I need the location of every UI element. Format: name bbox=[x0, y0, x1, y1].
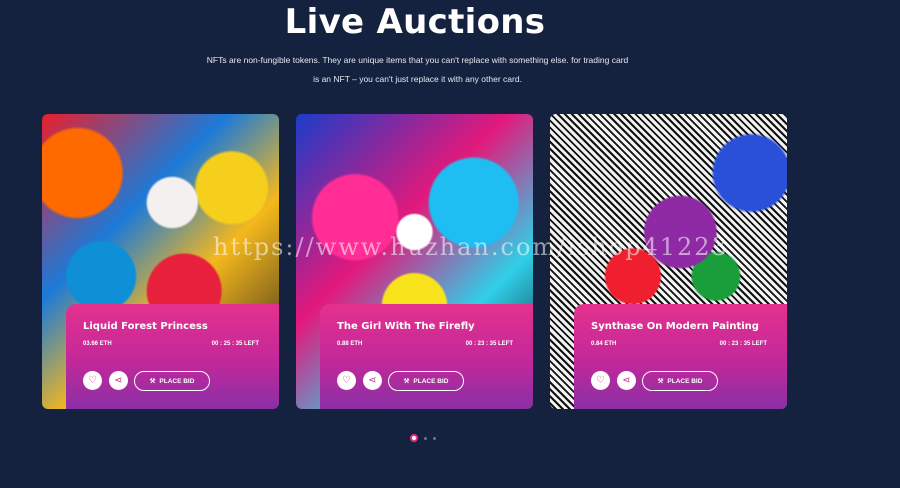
place-bid-button[interactable]: ⚒ PLACE BID bbox=[642, 371, 718, 391]
pagination-dot[interactable] bbox=[433, 436, 436, 440]
share-icon: ⋖ bbox=[368, 375, 377, 386]
card-info-panel: Liquid Forest Princess 03.66 ETH 00 : 25… bbox=[66, 304, 279, 409]
share-button[interactable]: ⋖ bbox=[109, 371, 128, 390]
pagination-dot[interactable] bbox=[424, 436, 427, 440]
time-left: 00 : 25 : 35 LEFT bbox=[211, 341, 259, 347]
auction-card[interactable]: Liquid Forest Princess 03.66 ETH 00 : 25… bbox=[42, 114, 279, 409]
nft-price: 03.66 ETH bbox=[83, 341, 112, 347]
share-button[interactable]: ⋖ bbox=[617, 371, 636, 390]
nft-name[interactable]: Liquid Forest Princess bbox=[83, 321, 208, 332]
place-bid-label: PLACE BID bbox=[667, 377, 703, 385]
section-subtitle: NFTs are non-fungible tokens. They are u… bbox=[206, 55, 629, 84]
like-button[interactable]: ♡ bbox=[591, 371, 610, 390]
auction-card[interactable]: Synthase On Modern Painting 0.84 ETH 00 … bbox=[550, 114, 787, 409]
gavel-icon: ⚒ bbox=[657, 378, 664, 385]
time-left: 00 : 23 : 35 LEFT bbox=[465, 341, 513, 347]
heart-icon: ♡ bbox=[88, 375, 97, 386]
share-button[interactable]: ⋖ bbox=[363, 371, 382, 390]
gavel-icon: ⚒ bbox=[403, 378, 410, 385]
auction-card[interactable]: The Girl With The Firefly 0.88 ETH 00 : … bbox=[296, 114, 533, 409]
pagination-dot-active[interactable] bbox=[410, 434, 418, 442]
heart-icon: ♡ bbox=[596, 375, 605, 386]
place-bid-label: PLACE BID bbox=[413, 377, 449, 385]
place-bid-label: PLACE BID bbox=[159, 377, 195, 385]
nft-price: 0.88 ETH bbox=[337, 341, 363, 347]
page-title: Live Auctions bbox=[284, 2, 546, 42]
card-info-panel: Synthase On Modern Painting 0.84 ETH 00 … bbox=[574, 304, 787, 409]
nft-name[interactable]: The Girl With The Firefly bbox=[337, 321, 475, 332]
card-info-panel: The Girl With The Firefly 0.88 ETH 00 : … bbox=[320, 304, 533, 409]
like-button[interactable]: ♡ bbox=[83, 371, 102, 390]
like-button[interactable]: ♡ bbox=[337, 371, 356, 390]
place-bid-button[interactable]: ⚒ PLACE BID bbox=[134, 371, 210, 391]
share-icon: ⋖ bbox=[114, 375, 123, 386]
heart-icon: ♡ bbox=[342, 375, 351, 386]
carousel-pagination bbox=[410, 434, 436, 442]
share-icon: ⋖ bbox=[622, 375, 631, 386]
gavel-icon: ⚒ bbox=[149, 378, 156, 385]
time-left: 00 : 23 : 35 LEFT bbox=[719, 341, 767, 347]
place-bid-button[interactable]: ⚒ PLACE BID bbox=[388, 371, 464, 391]
nft-name[interactable]: Synthase On Modern Painting bbox=[591, 321, 759, 332]
nft-price: 0.84 ETH bbox=[591, 341, 617, 347]
